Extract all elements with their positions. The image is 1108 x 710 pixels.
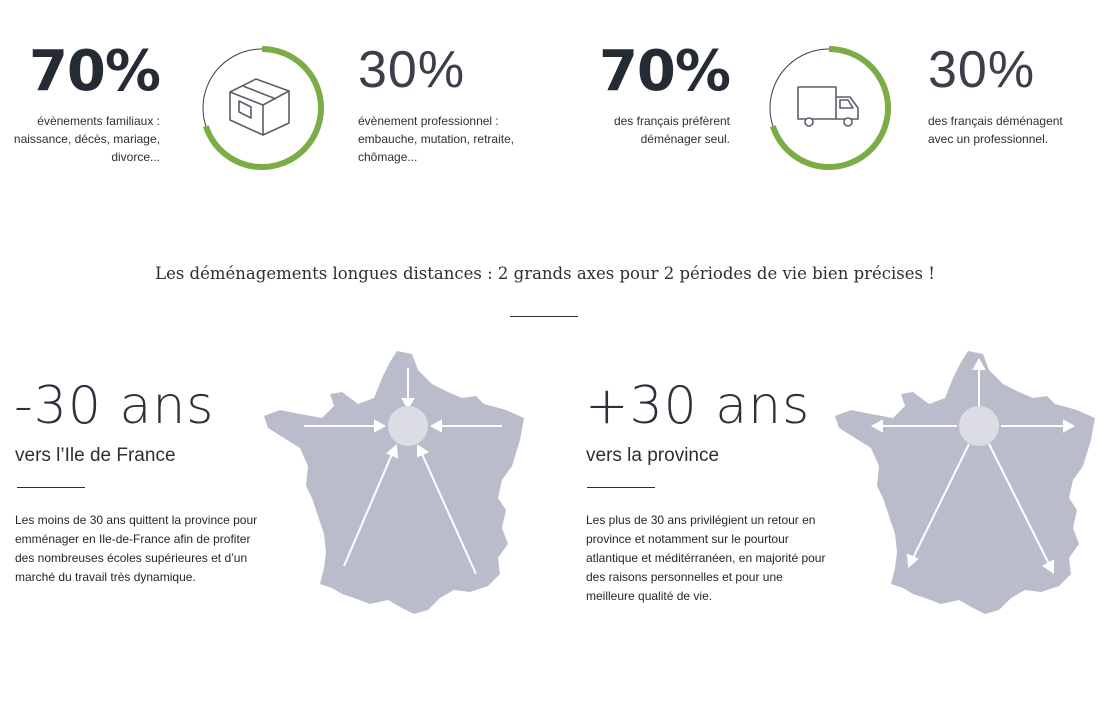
stat-self-label: des français préfèrent déménager seul. — [613, 114, 730, 146]
truck-icon — [797, 86, 859, 127]
panel-text-under-30: Les moins de 30 ans quittent la province… — [15, 513, 258, 584]
ring-truck — [766, 45, 892, 171]
stat-pro-value: 30% — [358, 41, 466, 99]
stat-family-value: 70% — [28, 39, 161, 104]
stat-self-value: 70% — [598, 39, 731, 104]
france-map-inbound-icon — [262, 348, 528, 618]
stat-pro-move-label: des français déménagent avec un professi… — [928, 114, 1063, 146]
panel-divider — [587, 487, 655, 488]
france-map-outbound-icon — [833, 348, 1099, 618]
stat-pro-move-value: 30% — [928, 41, 1036, 99]
ring-box — [199, 45, 325, 171]
age-over-30: +30 ans — [585, 376, 811, 436]
destination-idf: vers l’Ile de France — [15, 445, 176, 466]
age-under-30: -30 ans — [14, 376, 215, 436]
panel-text-over-30: Les plus de 30 ans privilégient un retou… — [586, 513, 826, 603]
box-icon — [229, 78, 290, 136]
section-heading: Les déménagements longues distances : 2 … — [155, 264, 935, 283]
panel-divider — [17, 487, 85, 488]
heading-divider — [510, 316, 578, 317]
destination-province: vers la province — [586, 445, 720, 466]
stat-family-label: évènements familiaux : naissance, décès,… — [13, 114, 160, 164]
stat-pro-label: évènement professionnel : embauche, muta… — [358, 114, 515, 164]
